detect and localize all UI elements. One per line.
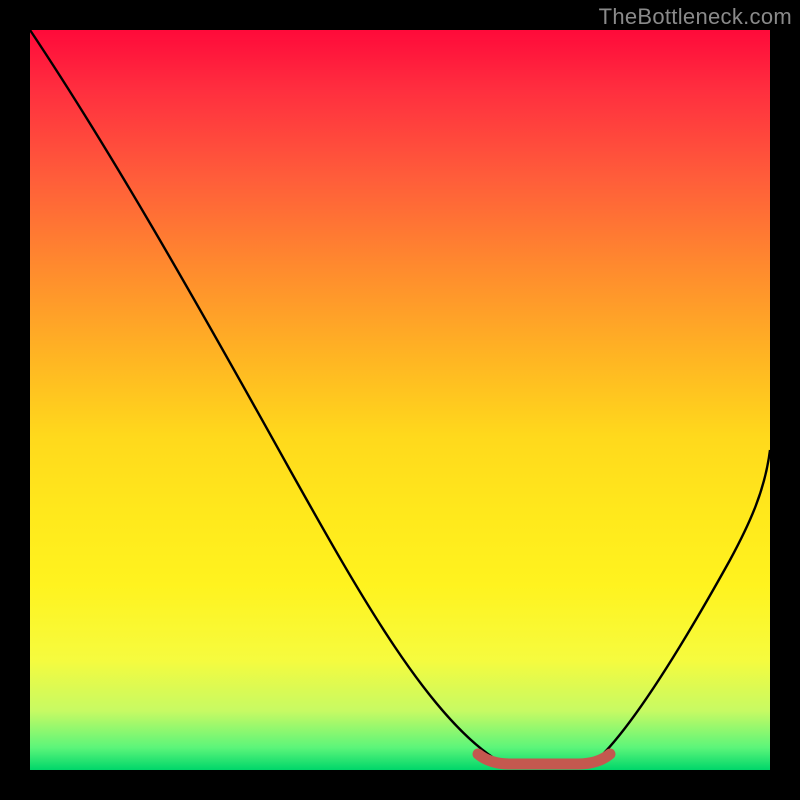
curve-path: [30, 30, 770, 762]
bottleneck-curve: [30, 30, 770, 770]
chart-frame: TheBottleneck.com: [0, 0, 800, 800]
trough-marker: [478, 754, 610, 764]
watermark-text: TheBottleneck.com: [599, 4, 792, 30]
plot-area: [30, 30, 770, 770]
